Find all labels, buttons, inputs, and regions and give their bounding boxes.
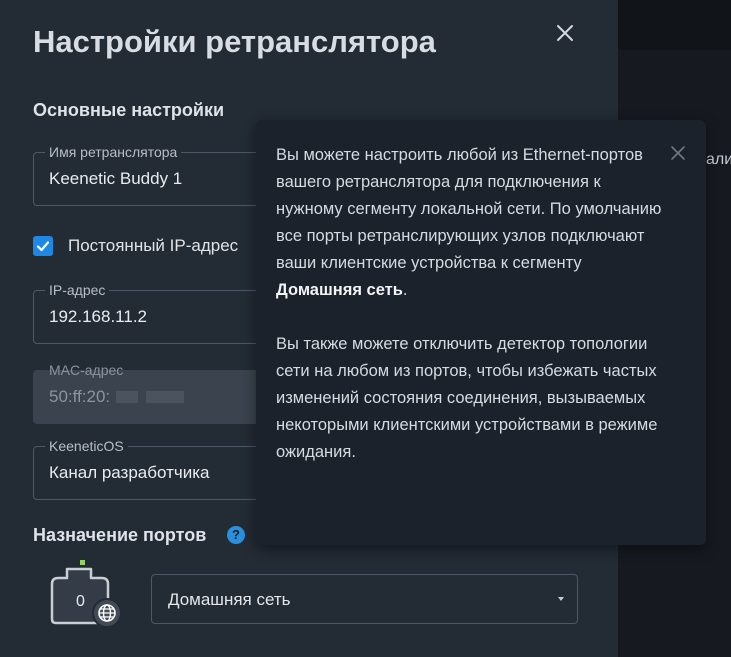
- repeater-name-value: Keenetic Buddy 1: [49, 169, 183, 188]
- keeneticos-value: Канал разработчика: [49, 463, 210, 482]
- tooltip-paragraph-2: Вы также можете отключить детектор топол…: [276, 335, 658, 461]
- help-icon[interactable]: ?: [227, 526, 245, 544]
- tooltip-close-button[interactable]: [669, 144, 687, 162]
- tooltip-bold-segment: Домашняя сеть: [276, 281, 403, 299]
- static-ip-checkbox[interactable]: [33, 236, 53, 256]
- port-0: 0: [50, 560, 122, 630]
- redaction-block: [146, 391, 184, 403]
- tooltip-text: Вы можете настроить любой из Ethernet-по…: [276, 142, 671, 466]
- background-header: [618, 0, 731, 50]
- check-icon: [36, 241, 50, 252]
- repeater-name-label: Имя ретранслятора: [45, 144, 182, 160]
- panel-title: Настройки ретранслятора: [33, 24, 436, 59]
- background-text: али: [706, 151, 731, 168]
- globe-icon: [92, 598, 122, 628]
- static-ip-row: Постоянный IP-адрес: [33, 235, 238, 257]
- port-segment-select[interactable]: Домашняя сеть: [151, 574, 578, 624]
- keeneticos-label: KeeneticOS: [45, 438, 128, 454]
- redaction-block: [116, 391, 138, 403]
- mac-address-label: MAC-адрес: [49, 362, 124, 378]
- close-icon: [557, 25, 573, 41]
- mac-address-value: 50:ff:20:: [49, 387, 111, 406]
- port-number: 0: [76, 593, 85, 610]
- chevron-down-icon: [558, 597, 564, 601]
- ip-address-label: IP-адрес: [45, 282, 110, 298]
- tooltip-paragraph-1: Вы можете настроить любой из Ethernet-по…: [276, 146, 662, 299]
- ports-title: Назначение портов: [33, 525, 207, 545]
- port-segment-value: Домашняя сеть: [168, 590, 291, 609]
- port-help-tooltip: Вы можете настроить любой из Ethernet-по…: [256, 120, 706, 545]
- close-button[interactable]: [552, 20, 578, 46]
- static-ip-label: Постоянный IP-адрес: [68, 236, 239, 255]
- main-settings-title: Основные настройки: [33, 100, 225, 120]
- close-icon: [671, 146, 685, 160]
- port-status-led: [80, 560, 85, 565]
- ip-address-value: 192.168.11.2: [49, 307, 147, 326]
